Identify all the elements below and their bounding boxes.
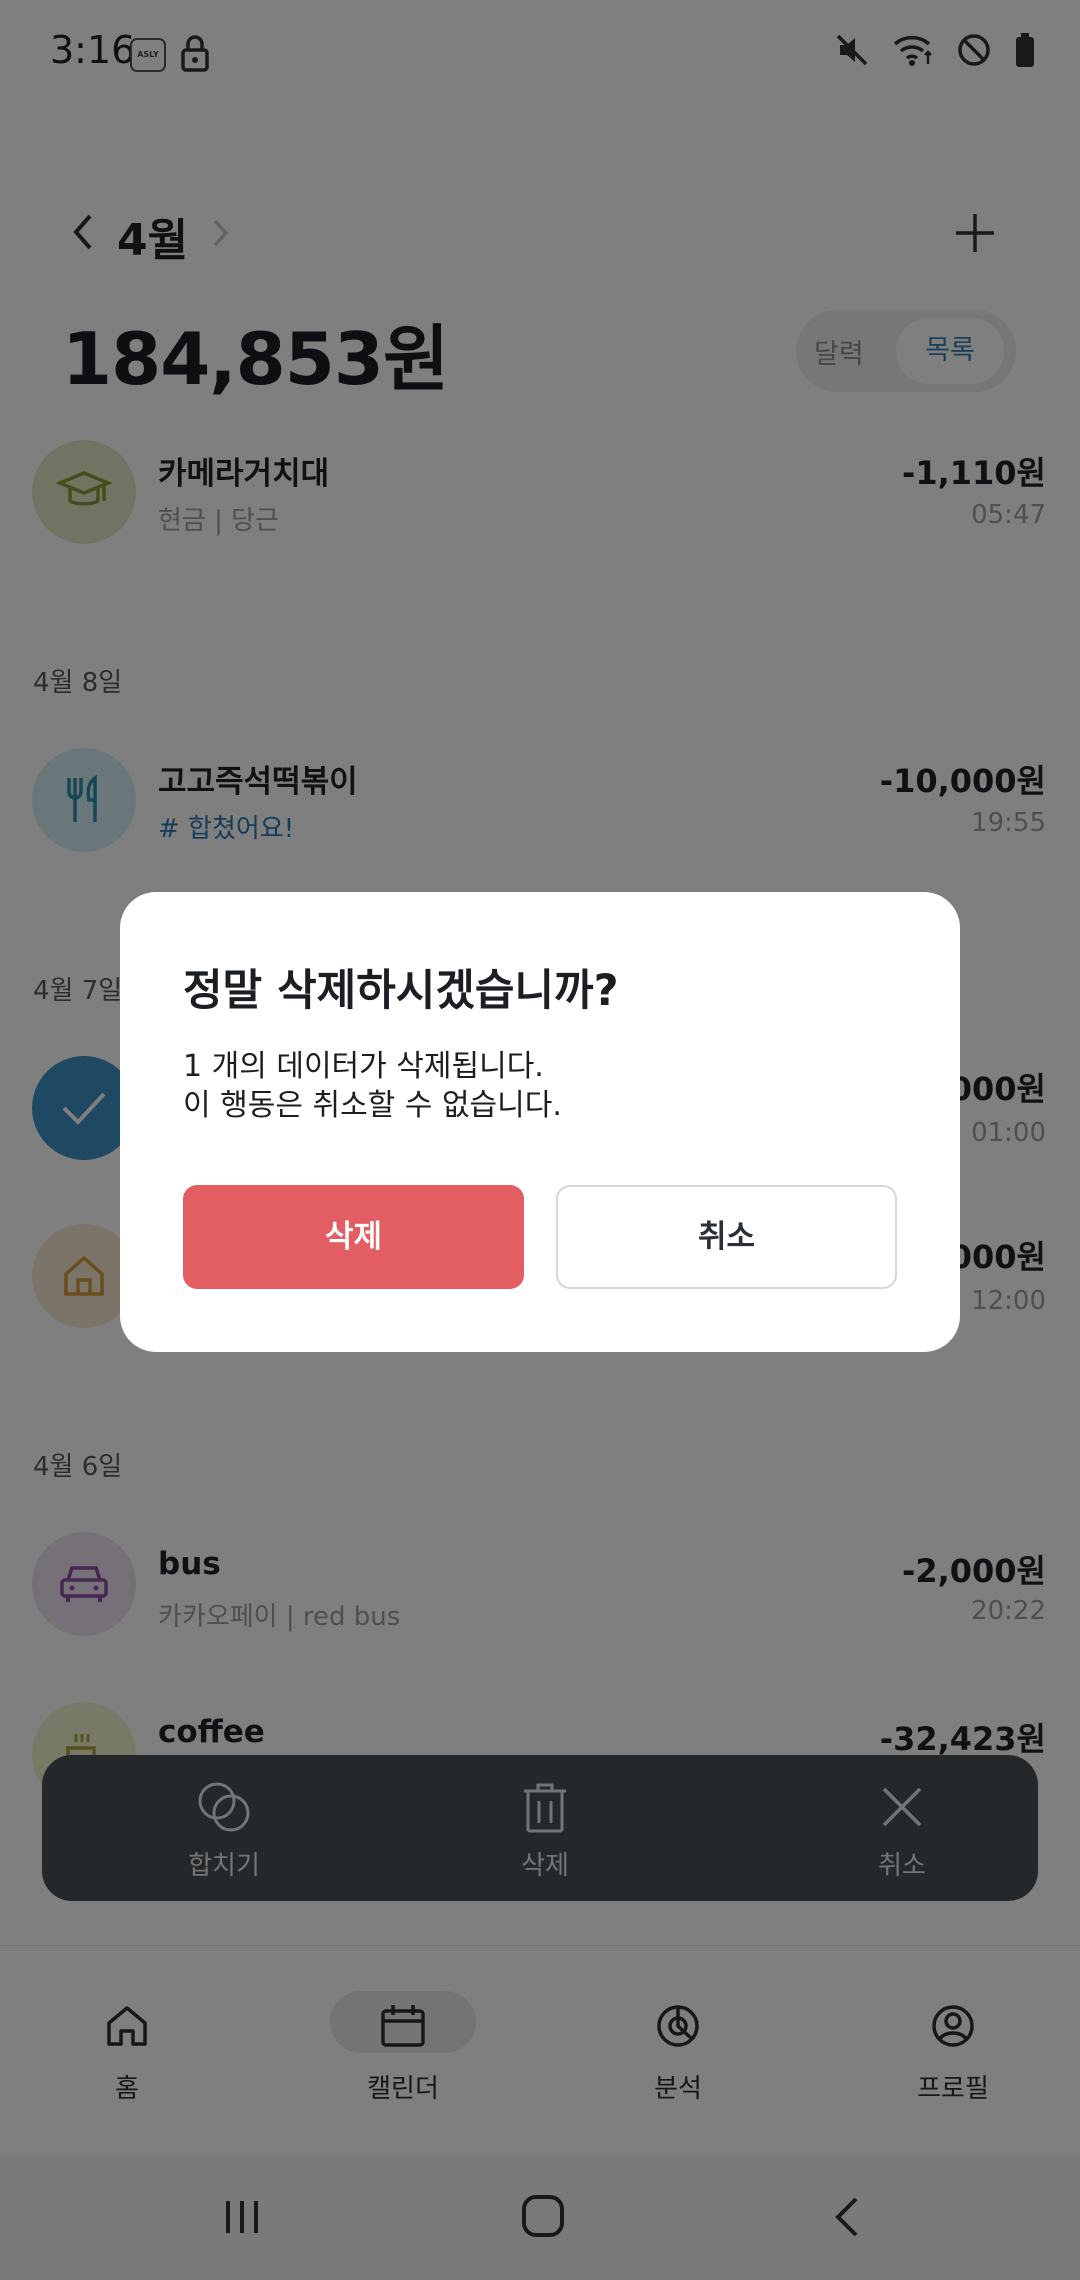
screen: 3:16 ASLY 4월 184,853원 달력	[0, 0, 1080, 2280]
confirm-delete-button[interactable]: 삭제	[183, 1185, 524, 1289]
dialog-message-line-2: 이 행동은 취소할 수 없습니다.	[183, 1088, 562, 1123]
delete-confirm-dialog: 정말 삭제하시겠습니까? 1 개의 데이터가 삭제됩니다. 이 행동은 취소할 …	[120, 892, 960, 1352]
dialog-title: 정말 삭제하시겠습니까?	[183, 966, 619, 1016]
dialog-message-line-1: 1 개의 데이터가 삭제됩니다.	[183, 1049, 544, 1084]
cancel-button[interactable]: 취소	[556, 1185, 897, 1289]
